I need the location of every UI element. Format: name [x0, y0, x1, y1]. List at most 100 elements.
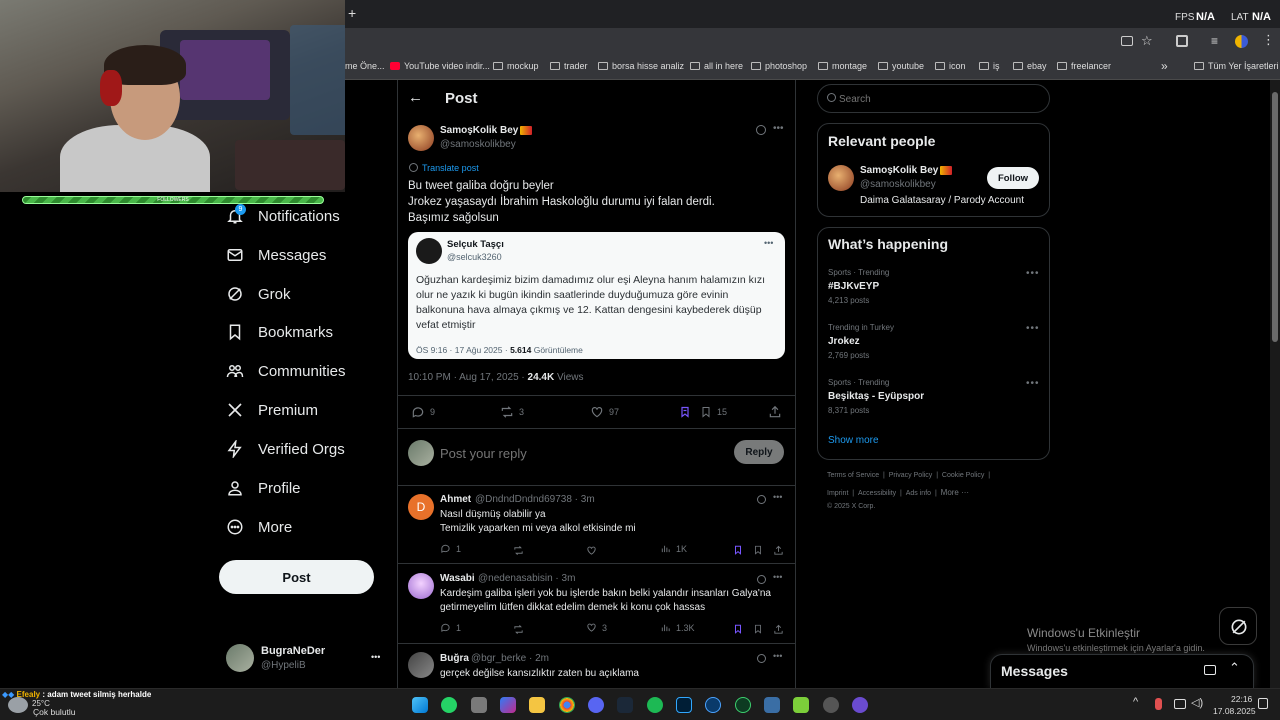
media-icon[interactable]: ≡: [1211, 34, 1218, 48]
nav-messages[interactable]: Messages: [226, 241, 326, 269]
bookmarks-overflow-icon[interactable]: »: [1161, 59, 1168, 73]
app-circle-icon[interactable]: [705, 697, 721, 713]
app-icon[interactable]: [471, 697, 487, 713]
search-input[interactable]: [839, 91, 1039, 107]
reply-reply-action[interactable]: 1: [440, 622, 461, 633]
footer-link[interactable]: Ads info: [906, 490, 931, 497]
bookmark-item[interactable]: trader: [550, 61, 588, 71]
grok-floating-button[interactable]: [1219, 607, 1257, 645]
tray-chevron-icon[interactable]: ^: [1133, 696, 1138, 708]
copilot-icon[interactable]: [500, 697, 516, 713]
bookmark-icon[interactable]: [753, 622, 763, 640]
reply-author-name[interactable]: Ahmet: [440, 494, 471, 505]
bookmark-item[interactable]: me Öne...: [345, 61, 385, 71]
notification-bell-icon[interactable]: [1258, 698, 1268, 709]
messages-drawer[interactable]: Messages ⌃: [990, 654, 1254, 688]
network-app-icon[interactable]: [764, 697, 780, 713]
reply-like-action[interactable]: 3: [586, 622, 607, 633]
expand-chevron-icon[interactable]: ⌃: [1229, 660, 1240, 676]
reply-reply-action[interactable]: 1: [440, 543, 461, 554]
trend-more-icon[interactable]: •••: [1026, 268, 1040, 279]
scrollbar-thumb[interactable]: [1272, 92, 1278, 342]
steam-icon[interactable]: [617, 697, 633, 713]
grok-explain-icon[interactable]: [756, 125, 766, 135]
reply-views-action[interactable]: 1K: [660, 543, 687, 554]
like-action[interactable]: 97: [590, 405, 619, 419]
nav-grok[interactable]: Grok: [226, 280, 291, 308]
back-arrow-icon[interactable]: ←: [408, 89, 423, 106]
all-bookmarks-folder[interactable]: Tüm Yer İşaretleri: [1194, 61, 1279, 71]
discord-icon[interactable]: [588, 697, 604, 713]
footer-link[interactable]: Accessibility: [858, 490, 896, 497]
post-button[interactable]: Post: [219, 560, 374, 594]
bookmark-action[interactable]: 15: [700, 405, 727, 419]
extensions-icon[interactable]: [1176, 35, 1188, 47]
page-scrollbar[interactable]: [1270, 80, 1280, 688]
author-handle[interactable]: @samoskolikbey: [440, 139, 516, 150]
footer-link[interactable]: Imprint: [827, 490, 848, 497]
repost-icon[interactable]: [513, 543, 524, 561]
nav-verified-orgs[interactable]: Verified Orgs: [226, 435, 345, 463]
spotify-icon[interactable]: [647, 697, 663, 713]
reply-input[interactable]: [440, 443, 720, 463]
reply-avatar[interactable]: [408, 652, 434, 678]
translate-link[interactable]: Translate post: [422, 163, 479, 173]
extension-bookmark-icon[interactable]: [733, 543, 743, 561]
grok-explain-icon[interactable]: [757, 654, 766, 663]
reply-more-icon[interactable]: •••: [773, 572, 782, 582]
trend-name[interactable]: Beşiktaş - Eyüpspor: [828, 391, 924, 402]
account-switcher[interactable]: BugraNeDer @HypeliB •••: [226, 644, 396, 674]
nav-profile[interactable]: Profile: [226, 474, 301, 502]
weather-cloud-icon[interactable]: [8, 697, 28, 713]
search-box[interactable]: [817, 84, 1050, 113]
quote-more-icon[interactable]: •••: [764, 238, 773, 248]
share-icon[interactable]: [773, 543, 784, 561]
reply-more-icon[interactable]: •••: [773, 492, 782, 502]
reply-author-name[interactable]: Wasabi: [440, 573, 475, 584]
quoted-post-card[interactable]: Selçuk Taşçı @selcuk3260 ••• Oğuzhan kar…: [408, 232, 785, 359]
file-explorer-icon[interactable]: [529, 697, 545, 713]
bookmark-item[interactable]: youtube: [878, 61, 924, 71]
bookmark-item[interactable]: iş: [979, 61, 1000, 71]
extension-bookmark-icon[interactable]: [679, 405, 691, 424]
obs-icon[interactable]: [823, 697, 839, 713]
person-name[interactable]: SamoşKolik Bey: [860, 165, 938, 176]
reply-button[interactable]: Reply: [734, 440, 784, 464]
nav-communities[interactable]: Communities: [226, 357, 346, 385]
bookmark-item[interactable]: montage: [818, 61, 867, 71]
share-icon[interactable]: [768, 405, 782, 424]
repost-action[interactable]: 3: [500, 405, 524, 419]
author-name[interactable]: SamoşKolik Bey: [440, 125, 518, 136]
reply-author-name[interactable]: Buğra: [440, 653, 469, 664]
profile-avatar-icon[interactable]: [1235, 35, 1248, 48]
microphone-icon[interactable]: [1155, 698, 1162, 710]
clock-time[interactable]: 22:16: [1231, 694, 1252, 704]
chrome-icon[interactable]: [559, 697, 575, 713]
trend-name[interactable]: Jrokez: [828, 336, 860, 347]
star-icon[interactable]: ☆: [1141, 33, 1153, 49]
extension-bookmark-icon[interactable]: [733, 622, 743, 640]
bookmark-item[interactable]: freelancer: [1057, 61, 1111, 71]
person-avatar[interactable]: [828, 165, 854, 191]
game-cube-icon[interactable]: [793, 697, 809, 713]
nav-more[interactable]: More: [226, 513, 292, 541]
repost-icon[interactable]: [513, 622, 524, 640]
bookmark-item[interactable]: icon: [935, 61, 966, 71]
network-icon[interactable]: [1174, 699, 1186, 709]
footer-link[interactable]: More ···: [941, 488, 969, 497]
post-more-icon[interactable]: •••: [773, 123, 784, 134]
bookmark-item[interactable]: photoshop: [751, 61, 807, 71]
upwork-icon[interactable]: [735, 697, 751, 713]
trend-more-icon[interactable]: •••: [1026, 378, 1040, 389]
reply-avatar[interactable]: D: [408, 494, 434, 520]
bookmark-item[interactable]: borsa hisse analiz: [598, 61, 684, 71]
bookmark-item[interactable]: ebay: [1013, 61, 1047, 71]
footer-link[interactable]: Terms of Service: [827, 472, 879, 479]
app-icon[interactable]: [852, 697, 868, 713]
new-message-icon[interactable]: [1204, 665, 1216, 675]
grok-explain-icon[interactable]: [757, 575, 766, 584]
nav-premium[interactable]: Premium: [226, 396, 318, 424]
author-avatar[interactable]: [408, 125, 434, 151]
reply-action[interactable]: 9: [411, 405, 435, 419]
footer-link[interactable]: Cookie Policy: [942, 472, 984, 479]
